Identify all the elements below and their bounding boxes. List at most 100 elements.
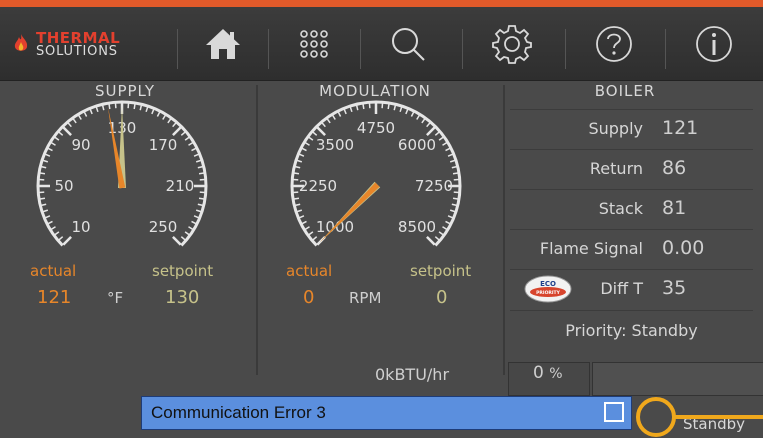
modulation-dial-tick <box>438 231 444 236</box>
modulation-dial-tick <box>442 226 448 231</box>
boiler-row-label: Return <box>589 159 643 178</box>
modulation-actual-label: actual <box>286 262 333 280</box>
modulation-dial-tick <box>295 165 301 169</box>
modulation-dial-tick <box>452 172 459 175</box>
modulation-dial-tick <box>299 153 305 157</box>
boiler-row-diff-t: ECO PRIORITY Diff T 35 <box>510 269 753 308</box>
supply-dial-tick <box>95 106 99 113</box>
supply-tick-label: 250 <box>149 218 178 236</box>
panel-divider <box>503 85 505 375</box>
modulation-dial-tick <box>421 118 426 124</box>
home-button[interactable] <box>177 7 269 80</box>
help-button[interactable] <box>568 7 660 80</box>
supply-dial-tick <box>54 136 60 141</box>
modulation-dial-tick <box>304 141 310 146</box>
modulation-dial-tick <box>362 103 365 110</box>
modulation-dial-tick <box>301 220 307 225</box>
supply-dial-tick <box>180 236 186 241</box>
supply-tick-label: 210 <box>166 177 195 195</box>
supply-dial-tick <box>89 109 93 115</box>
supply-dial-tick <box>198 172 205 175</box>
modulation-dial-tick <box>393 105 397 111</box>
modulation-dial-tick <box>296 209 303 213</box>
modulation-dial-tick <box>295 203 301 207</box>
search-button[interactable] <box>362 7 454 80</box>
eco-priority-badge-icon: ECO PRIORITY <box>524 275 572 303</box>
supply-dial-tick <box>188 141 194 146</box>
help-icon <box>596 25 632 62</box>
supply-dial-tick <box>193 215 199 219</box>
boiler-row-label: Supply <box>588 119 643 138</box>
modulation-dial-tick <box>434 131 440 136</box>
nav-separator <box>565 29 566 69</box>
supply-setpoint-label: setpoint <box>152 262 214 280</box>
error-checkbox[interactable] <box>604 402 624 422</box>
modulation-dial-tick <box>308 136 314 141</box>
settings-button[interactable] <box>466 7 558 80</box>
supply-dial-tick <box>42 159 49 163</box>
error-message: Communication Error 3 <box>151 403 326 422</box>
apps-grid-icon <box>300 29 328 58</box>
supply-dial-tick <box>133 103 136 110</box>
eco-badge-bottom-text: PRIORITY <box>536 290 560 296</box>
supply-dial-tick <box>195 209 202 213</box>
modulation-dial-tick <box>321 122 326 128</box>
panel-divider <box>256 85 258 375</box>
modulation-dial-tick <box>449 159 456 163</box>
supply-dial-tick <box>195 159 202 163</box>
flame-logo-icon <box>14 34 28 51</box>
supply-dial-tick <box>45 153 51 157</box>
brand-name-line2: SOLUTIONS <box>36 44 118 59</box>
info-icon <box>696 25 732 62</box>
supply-dial-tick <box>77 114 82 120</box>
boiler-row-label: Diff T <box>600 279 643 298</box>
supply-tick-label: 170 <box>149 136 178 154</box>
modulation-tick-label: 2250 <box>299 177 337 195</box>
modulation-tick-label: 7250 <box>415 177 453 195</box>
modulation-dial-tick <box>449 209 456 213</box>
modulation-tick-label: 6000 <box>398 136 436 154</box>
supply-dial-tick <box>191 147 197 152</box>
modulation-dial-tick <box>301 147 307 152</box>
modulation-dial-tick <box>293 197 300 200</box>
supply-unit: °F <box>107 289 124 307</box>
supply-dial-tick <box>156 111 161 117</box>
gear-icon <box>492 24 532 64</box>
supply-actual-value: 121 <box>37 287 72 308</box>
supply-dial-tick <box>39 197 46 200</box>
supply-dial-tick <box>47 220 53 225</box>
supply-dial-tick <box>193 153 199 157</box>
boiler-row-supply: Supply 121 <box>510 109 753 148</box>
supply-tick-label: 90 <box>71 136 90 154</box>
supply-dial-tick <box>198 197 205 200</box>
communication-error-banner[interactable]: Communication Error 3 <box>141 396 632 430</box>
supply-dial-tick <box>83 111 88 117</box>
info-button[interactable] <box>668 7 760 80</box>
modulation-tick-label: 8500 <box>398 218 436 236</box>
modulation-dial-tick <box>343 109 347 115</box>
modulation-setpoint-value: 0 <box>436 287 448 308</box>
modulation-dial-tick <box>312 131 318 136</box>
modulation-dial-tick <box>326 118 331 124</box>
boiler-row-flame-signal: Flame Signal 0.00 <box>510 229 753 268</box>
supply-dial-tick <box>41 165 47 169</box>
supply-dial-tick <box>42 209 49 213</box>
supply-setpoint-value: 130 <box>165 287 200 308</box>
nav-separator <box>665 29 666 69</box>
supply-title: SUPPLY <box>94 82 156 100</box>
apps-button[interactable] <box>268 7 360 80</box>
status-box <box>592 362 763 396</box>
boiler-row-value: 121 <box>662 117 699 139</box>
supply-dial-tick <box>197 203 203 207</box>
modulation-dial-tick <box>451 203 457 207</box>
modulation-dial-tick <box>410 111 415 117</box>
modulation-dial-tick <box>296 159 303 163</box>
modulation-dial-tick <box>355 105 359 111</box>
modulation-unit: RPM <box>349 289 382 307</box>
boiler-row-label: Flame Signal <box>539 239 643 258</box>
supply-dial-tick <box>62 126 72 136</box>
supply-dial-tick <box>67 122 72 128</box>
boiler-row-value: 86 <box>662 157 687 179</box>
supply-dial-tick <box>58 131 64 136</box>
supply-dial-tick <box>58 236 64 241</box>
